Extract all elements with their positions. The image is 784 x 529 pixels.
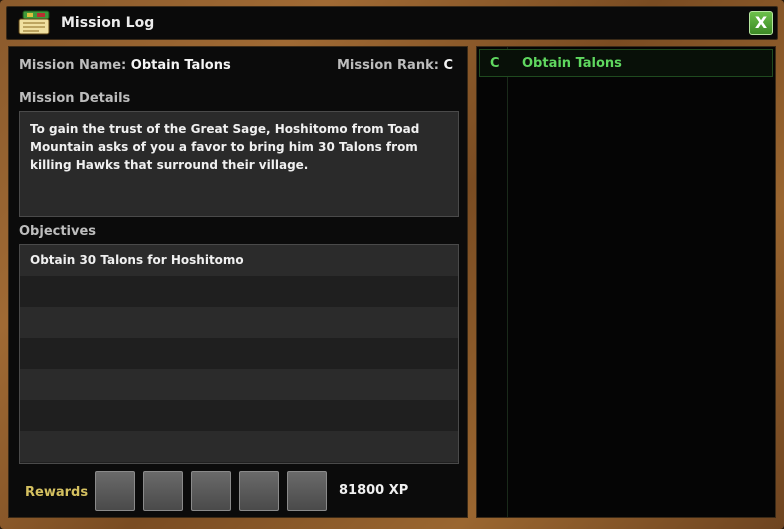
objectives-heading: Objectives: [19, 224, 97, 239]
reward-slot-4[interactable]: [239, 471, 279, 511]
mission-log-window: Mission Log X Mission Name: Obtain Talon…: [0, 0, 784, 529]
mission-list-name: Obtain Talons: [522, 56, 622, 71]
close-button[interactable]: X: [749, 11, 773, 35]
objective-row: [20, 462, 458, 463]
rewards-label: Rewards: [25, 485, 89, 500]
objective-row: [20, 307, 458, 338]
objective-row: [20, 369, 458, 400]
reward-xp: 81800 XP: [339, 483, 409, 498]
objective-row: [20, 276, 458, 307]
scroll-book-icon: [18, 10, 50, 35]
mission-rank-row: Mission Rank: C: [337, 58, 453, 73]
mission-list-item[interactable]: C Obtain Talons: [479, 49, 773, 77]
reward-slot-1[interactable]: [95, 471, 135, 511]
objective-row: [20, 431, 458, 462]
reward-slot-2[interactable]: [143, 471, 183, 511]
mission-rank-label: Mission Rank:: [337, 58, 439, 73]
objective-row: [20, 338, 458, 369]
objective-row: Obtain 30 Talons for Hoshitomo: [20, 245, 458, 276]
mission-name-value: Obtain Talons: [130, 58, 231, 73]
mission-detail-panel: Mission Name: Obtain Talons Mission Rank…: [8, 46, 468, 518]
title-bar[interactable]: Mission Log X: [6, 6, 778, 40]
objectives-list: Obtain 30 Talons for Hoshitomo: [19, 244, 459, 464]
window-title: Mission Log: [61, 15, 155, 31]
mission-name-label: Mission Name:: [19, 58, 127, 73]
column-divider: [507, 47, 508, 517]
reward-slot-3[interactable]: [191, 471, 231, 511]
close-icon: X: [754, 13, 768, 32]
mission-details-text: To gain the trust of the Great Sage, Hos…: [19, 111, 459, 217]
reward-slot-5[interactable]: [287, 471, 327, 511]
mission-rank-value: C: [443, 58, 453, 73]
mission-list-rank: C: [490, 56, 500, 71]
objective-row: [20, 400, 458, 431]
mission-list-panel: C Obtain Talons: [476, 46, 776, 518]
mission-name-row: Mission Name: Obtain Talons: [19, 58, 231, 73]
mission-details-heading: Mission Details: [19, 91, 131, 106]
